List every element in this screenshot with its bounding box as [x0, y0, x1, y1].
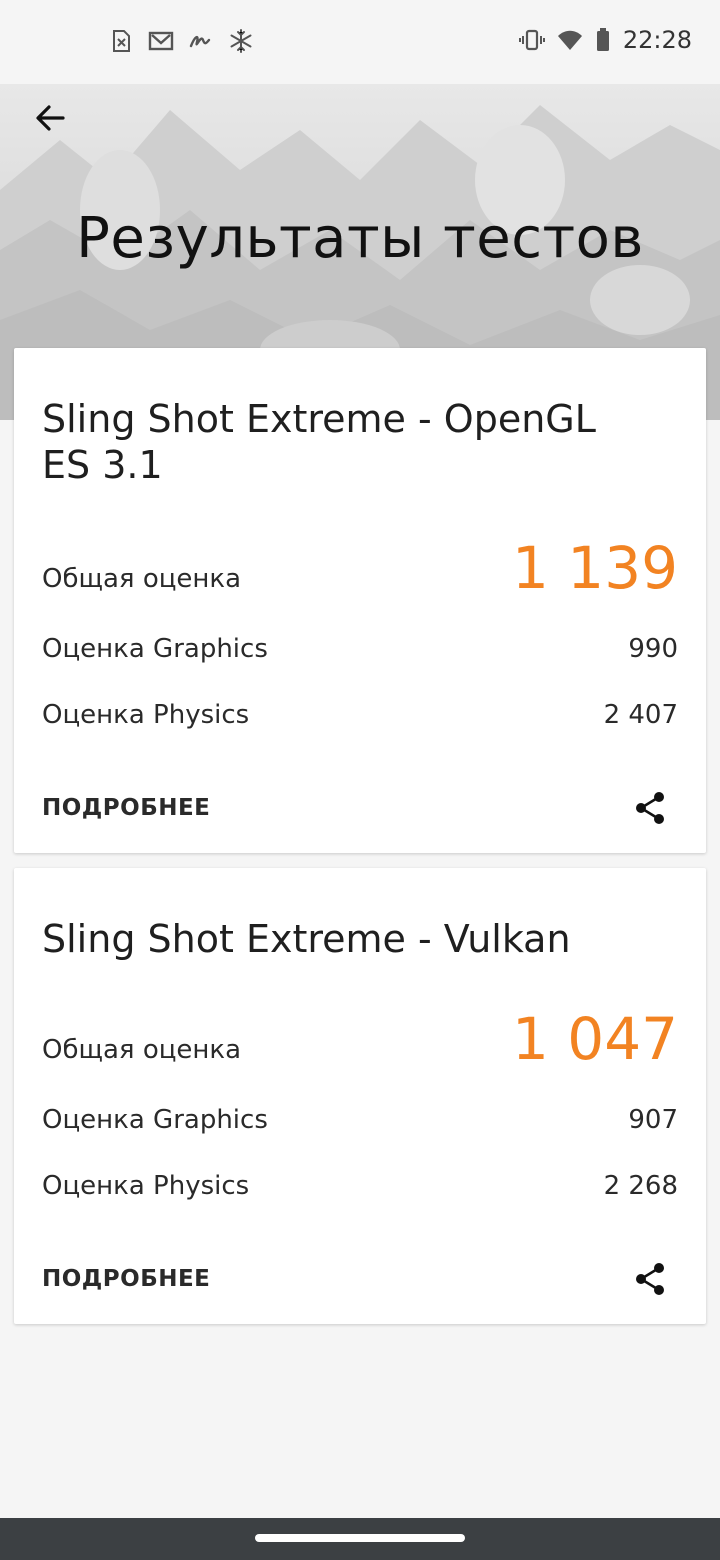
physics-score-label: Оценка Physics: [42, 700, 250, 730]
graphics-score-row: Оценка Graphics 990: [42, 634, 678, 664]
overall-score-value: 1 139: [511, 534, 678, 602]
share-button[interactable]: [630, 788, 670, 828]
system-icons: 22:28: [518, 26, 692, 54]
graphics-score-label: Оценка Graphics: [42, 1105, 268, 1135]
details-button[interactable]: ПОДРОБНЕЕ: [42, 1266, 210, 1292]
result-card: Sling Shot Extreme - Vulkan Общая оценка…: [14, 868, 706, 1324]
physics-score-value: 2 407: [603, 700, 678, 730]
battery-icon: [595, 27, 611, 53]
share-icon: [636, 792, 664, 824]
wifi-icon: [557, 27, 583, 53]
overall-score-row: Общая оценка 1 139: [42, 534, 678, 602]
page-title: Результаты тестов: [76, 206, 644, 271]
gmail-icon: [148, 28, 174, 54]
status-bar: 22:28: [0, 0, 720, 84]
back-button[interactable]: [28, 96, 72, 140]
system-navigation-bar: [0, 1518, 720, 1560]
graphics-score-value: 907: [628, 1105, 678, 1135]
signature-icon: [188, 28, 214, 54]
share-icon: [636, 1263, 664, 1295]
test-name: Sling Shot Extreme - Vulkan: [42, 917, 571, 961]
share-button[interactable]: [630, 1259, 670, 1299]
graphics-score-value: 990: [628, 634, 678, 664]
overall-score-label: Общая оценка: [42, 564, 242, 594]
physics-score-label: Оценка Physics: [42, 1171, 250, 1201]
home-gesture-handle[interactable]: [255, 1534, 465, 1542]
graphics-score-label: Оценка Graphics: [42, 634, 268, 664]
physics-score-row: Оценка Physics 2 268: [42, 1171, 678, 1201]
physics-score-value: 2 268: [603, 1171, 678, 1201]
snowflake-icon: [228, 28, 254, 54]
result-card: Sling Shot Extreme - OpenGL ES 3.1 Общая…: [14, 348, 706, 853]
details-button[interactable]: ПОДРОБНЕЕ: [42, 795, 210, 821]
clock: 22:28: [622, 26, 692, 54]
overall-score-label: Общая оценка: [42, 1035, 242, 1065]
overall-score-value: 1 047: [511, 1005, 678, 1073]
physics-score-row: Оценка Physics 2 407: [42, 700, 678, 730]
overall-score-row: Общая оценка 1 047: [42, 1005, 678, 1073]
graphics-score-row: Оценка Graphics 907: [42, 1105, 678, 1135]
notification-icons: [108, 28, 254, 54]
sim-error-icon: [108, 28, 134, 54]
arrow-left-icon: [36, 105, 65, 131]
vibrate-icon: [518, 27, 545, 53]
test-name: Sling Shot Extreme - OpenGL ES 3.1: [42, 397, 596, 487]
